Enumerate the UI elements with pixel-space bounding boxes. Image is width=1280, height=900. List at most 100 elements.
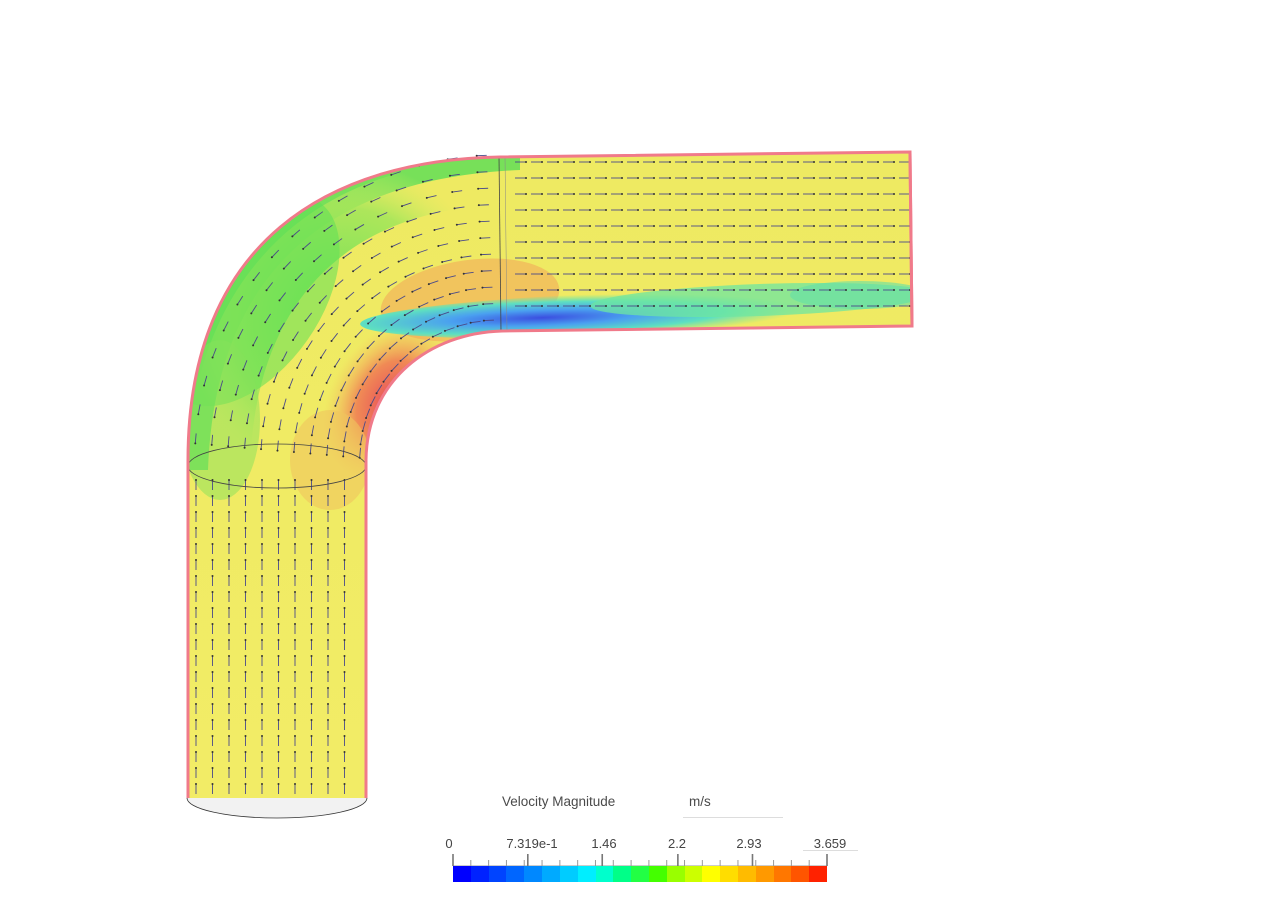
velocity-arrow-head <box>525 209 527 211</box>
velocity-arrow-head <box>573 209 575 211</box>
velocity-arrow-head <box>228 671 230 673</box>
velocity-arrow-head <box>781 193 783 195</box>
velocity-arrow-head <box>893 305 895 307</box>
velocity-arrow-head <box>327 783 329 785</box>
velocity-arrow-head <box>347 374 350 377</box>
velocity-arrow-head <box>327 703 329 705</box>
velocity-arrow-head <box>669 225 671 227</box>
velocity-arrow-head <box>272 380 275 383</box>
velocity-arrow-head <box>371 297 374 300</box>
velocity-arrow-head <box>557 241 559 243</box>
velocity-arrow-head <box>195 607 197 609</box>
velocity-arrow-head <box>685 209 687 211</box>
velocity-arrow-head <box>343 607 346 609</box>
velocity-arrow-head <box>294 639 296 641</box>
velocity-arrow-head <box>845 209 847 211</box>
velocity-arrow-head <box>294 559 296 561</box>
velocity-arrow-head <box>829 209 831 211</box>
velocity-arrow-head <box>637 193 639 195</box>
velocity-arrow-head <box>261 767 263 769</box>
velocity-arrow-head <box>893 177 895 179</box>
velocity-arrow-head <box>310 607 313 609</box>
velocity-arrow-head <box>244 751 247 753</box>
velocity-arrow-head <box>845 289 847 291</box>
velocity-arrow-head <box>877 177 879 179</box>
velocity-arrow-head <box>482 319 485 322</box>
velocity-arrow-head <box>345 425 348 428</box>
viewport[interactable]: Velocity Magnitude m/s 0 7.319e-1 1.46 2… <box>0 0 1280 900</box>
velocity-arrow-head <box>637 161 639 163</box>
velocity-arrow-head <box>277 639 280 641</box>
velocity-arrow-head <box>228 767 230 769</box>
velocity-arrow-head <box>653 305 655 307</box>
velocity-arrow-head <box>557 209 559 211</box>
velocity-arrow-head <box>211 767 214 769</box>
velocity-arrow-head <box>369 404 372 407</box>
legend-color-swatch <box>773 866 792 882</box>
velocity-arrow-head <box>749 193 751 195</box>
velocity-arrow-head <box>733 161 735 163</box>
velocity-arrow-head <box>277 623 280 625</box>
velocity-arrow-head <box>427 283 430 286</box>
velocity-arrow-head <box>310 735 313 737</box>
velocity-arrow-head <box>211 495 214 497</box>
velocity-arrow-head <box>781 241 783 243</box>
velocity-arrow-head <box>294 751 296 753</box>
velocity-arrow-head <box>653 177 655 179</box>
velocity-arrow-head <box>294 767 296 769</box>
velocity-arrow-head <box>845 161 847 163</box>
velocity-arrow-head <box>717 305 719 307</box>
velocity-arrow-head <box>813 241 815 243</box>
velocity-arrow-head <box>877 161 879 163</box>
velocity-arrow-head <box>653 225 655 227</box>
velocity-arrow-head <box>310 591 313 593</box>
velocity-arrow-head <box>525 225 527 227</box>
velocity-arrow-head <box>717 209 719 211</box>
velocity-arrow-head <box>701 209 703 211</box>
velocity-arrow-head <box>445 277 448 280</box>
velocity-arrow-head <box>288 386 291 389</box>
velocity-arrow-head <box>637 241 639 243</box>
velocity-arrow-head <box>813 193 815 195</box>
velocity-arrow-head <box>525 257 527 259</box>
velocity-arrow-head <box>390 323 393 326</box>
velocity-arrow-head <box>294 719 296 721</box>
velocity-arrow-head <box>343 671 346 673</box>
velocity-arrow-head <box>749 177 751 179</box>
velocity-arrow-head <box>261 607 263 609</box>
velocity-arrow-head <box>195 671 197 673</box>
velocity-arrow-head <box>557 225 559 227</box>
velocity-arrow-head <box>277 719 280 721</box>
legend-color-swatch <box>542 866 560 882</box>
velocity-arrow-head <box>211 559 214 561</box>
legend-color-swatch <box>791 866 810 882</box>
velocity-arrow-head <box>327 527 329 529</box>
velocity-arrow-head <box>261 719 263 721</box>
velocity-arrow-head <box>701 289 703 291</box>
velocity-arrow-head <box>261 751 263 753</box>
velocity-arrow-head <box>557 257 559 259</box>
velocity-arrow-head <box>433 298 436 301</box>
velocity-arrow-head <box>310 434 313 437</box>
velocity-arrow-head <box>845 257 847 259</box>
velocity-arrow-head <box>733 289 735 291</box>
legend-color-swatch <box>524 866 543 882</box>
velocity-arrow-head <box>469 321 472 324</box>
velocity-arrow-head <box>211 591 214 593</box>
velocity-arrow-head <box>343 350 346 353</box>
velocity-arrow-head <box>845 305 847 307</box>
velocity-arrow-head <box>589 289 591 291</box>
velocity-arrow-head <box>195 735 197 737</box>
velocity-arrow-head <box>211 703 214 705</box>
velocity-arrow-head <box>893 241 895 243</box>
velocity-arrow-head <box>621 257 623 259</box>
velocity-arrow-head <box>893 257 895 259</box>
velocity-arrow-head <box>261 671 263 673</box>
velocity-arrow-head <box>653 161 655 163</box>
velocity-arrow-head <box>541 193 543 195</box>
velocity-arrow-head <box>621 305 623 307</box>
velocity-arrow-head <box>813 273 815 275</box>
velocity-arrow-head <box>637 209 639 211</box>
velocity-arrow-head <box>309 452 312 455</box>
velocity-arrow-head <box>228 607 230 609</box>
